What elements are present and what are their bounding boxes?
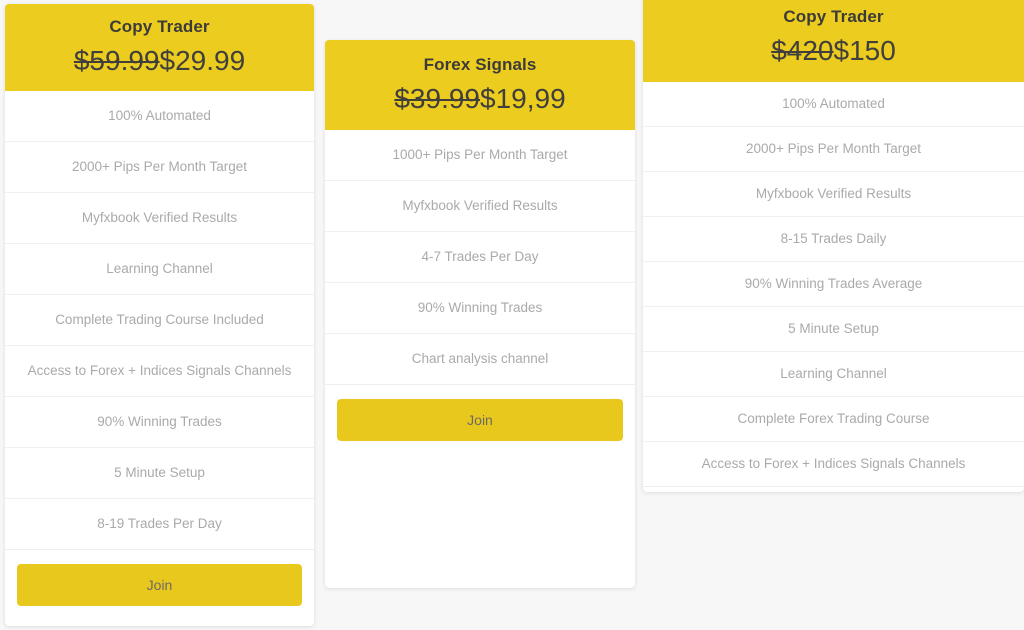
pricing-table: Copy Trader $59.99$29.99 100% Automated … (0, 0, 1024, 630)
feature-list: 100% Automated 2000+ Pips Per Month Targ… (5, 91, 314, 551)
list-item: 100% Automated (643, 82, 1024, 128)
price-discounted: $19,99 (480, 83, 566, 115)
list-item: Access to Forex + Indices Signals Channe… (5, 346, 314, 398)
price-discounted: $150 (833, 35, 896, 67)
price-original: $59.99 (73, 45, 160, 77)
plan-title: Copy Trader (783, 7, 884, 26)
plan-price: $39.99$19,99 (335, 81, 625, 116)
list-item: Myfxbook Verified Results (643, 172, 1024, 218)
list-item: Access to Forex + Indices Signals Channe… (643, 442, 1024, 488)
list-item: Myfxbook Verified Results (325, 181, 635, 233)
pricing-card-copy-trader-basic: Copy Trader $59.99$29.99 100% Automated … (5, 4, 314, 626)
pricing-card-copy-trader-premium: Copy Trader $420$150 100% Automated 2000… (643, 0, 1024, 492)
join-button[interactable]: Join (337, 399, 623, 442)
list-item: 90% Winning Trades Average (643, 262, 1024, 308)
list-item: Complete Forex Trading Course (643, 397, 1024, 443)
list-item: Learning Channel (5, 244, 314, 296)
price-original: $39.99 (394, 83, 480, 115)
plan-title: Copy Trader (109, 17, 210, 36)
list-item: 4-7 Trades Per Day (325, 232, 635, 284)
price-original: $420 (771, 35, 834, 67)
list-item: 100% Automated (5, 91, 314, 143)
list-item: 5 Minute Setup (643, 307, 1024, 353)
list-item: 2000+ Pips Per Month Target (5, 142, 314, 194)
cta-container: Join (325, 385, 635, 457)
list-item: 8-19 Trades Per Day (5, 499, 314, 551)
list-item: Learning Channel (643, 352, 1024, 398)
plan-title: Forex Signals (423, 55, 537, 74)
list-item: 1000+ Pips Per Month Target (325, 130, 635, 182)
list-item: Chart analysis channel (325, 334, 635, 386)
list-item: Complete Trading Course Included (5, 295, 314, 347)
list-item: Myfxbook Verified Results (5, 193, 314, 245)
price-discounted: $29.99 (159, 45, 246, 77)
pricing-card-forex-signals: Forex Signals $39.99$19,99 1000+ Pips Pe… (325, 40, 635, 588)
plan-price: $420$150 (653, 33, 1014, 68)
list-item: 90% Winning Trades (325, 283, 635, 335)
feature-list: 1000+ Pips Per Month Target Myfxbook Ver… (325, 130, 635, 386)
feature-list: 100% Automated 2000+ Pips Per Month Targ… (643, 82, 1024, 488)
list-item: 8-15 Trades Daily (643, 217, 1024, 263)
pricing-card-header: Forex Signals $39.99$19,99 (325, 40, 635, 131)
pricing-card-header: Copy Trader $420$150 (643, 0, 1024, 83)
list-item: 5 Minute Setup (5, 448, 314, 500)
cta-container: Join (5, 550, 314, 622)
join-button[interactable]: Join (17, 564, 302, 607)
list-item: 2000+ Pips Per Month Target (643, 127, 1024, 173)
plan-price: $59.99$29.99 (15, 43, 304, 78)
list-item: 90% Winning Trades (5, 397, 314, 449)
pricing-card-header: Copy Trader $59.99$29.99 (5, 4, 314, 92)
